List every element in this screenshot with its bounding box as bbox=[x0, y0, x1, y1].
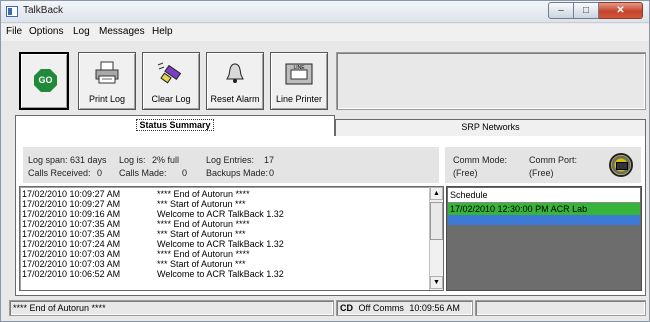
line-printer-label: Line Printer bbox=[275, 94, 323, 104]
tab-status-summary[interactable]: Status Summary bbox=[15, 115, 335, 137]
modem-icon[interactable] bbox=[609, 153, 633, 177]
toolbar: GO Print Log Clear Log Reset Alarm LINE … bbox=[9, 44, 646, 113]
log-message: **** End of Autorun **** bbox=[157, 219, 250, 229]
status-extra-panel bbox=[475, 300, 646, 316]
calls-received-value: 0 bbox=[97, 168, 103, 178]
schedule-header: Schedule bbox=[448, 188, 640, 203]
comm-port-label: Comm Port: bbox=[529, 155, 578, 165]
window-title: TalkBack bbox=[23, 5, 64, 16]
menu-bar: File Options Log Messages Help bbox=[1, 24, 649, 41]
status-cd: CD bbox=[340, 303, 353, 313]
line-printer-icon-text: LINE bbox=[293, 65, 305, 71]
log-is-value: 2% full bbox=[152, 155, 180, 165]
comm-panel: Comm Mode: (Free) Comm Port: (Free) bbox=[445, 147, 641, 183]
minimize-button[interactable]: – bbox=[548, 2, 574, 19]
talkback-window: TalkBack – □ ✕ File Options Log Messages… bbox=[0, 0, 650, 322]
calls-made-value: 0 bbox=[182, 168, 188, 178]
log-time: 17/02/2010 10:09:27 AM bbox=[22, 189, 121, 199]
toolbar-info-panel bbox=[336, 52, 646, 110]
log-time: 17/02/2010 10:07:03 AM bbox=[22, 259, 121, 269]
log-stats-panel: Log span: 631 days Log is: 2% full Log E… bbox=[23, 147, 439, 183]
log-time: 17/02/2010 10:07:35 AM bbox=[22, 229, 121, 239]
log-time: 17/02/2010 10:09:27 AM bbox=[22, 199, 121, 209]
status-time: 10:09:56 AM bbox=[409, 303, 460, 313]
clear-log-icon bbox=[157, 62, 182, 84]
title-bar[interactable]: TalkBack – □ ✕ bbox=[1, 1, 649, 23]
log-message: *** Start of Autorun *** bbox=[157, 199, 246, 209]
line-printer-button[interactable]: LINE Line Printer bbox=[270, 52, 328, 110]
menu-options[interactable]: Options bbox=[29, 26, 63, 37]
log-span-label: Log span: bbox=[28, 155, 68, 165]
log-time: 17/02/2010 10:07:35 AM bbox=[22, 219, 121, 229]
log-time: 17/02/2010 10:09:16 AM bbox=[22, 209, 121, 219]
log-scrollbar[interactable]: ▲ ▼ bbox=[429, 187, 443, 290]
comm-mode-value: (Free) bbox=[453, 168, 478, 178]
calls-made-label: Calls Made: bbox=[119, 168, 167, 178]
calls-received-label: Calls Received: bbox=[28, 168, 91, 178]
status-comms: Off Comms bbox=[358, 303, 404, 313]
reset-alarm-button[interactable]: Reset Alarm bbox=[206, 52, 264, 110]
log-span-value: 631 days bbox=[70, 155, 107, 165]
log-message: Welcome to ACR TalkBack 1.32 bbox=[157, 209, 284, 219]
scroll-thumb[interactable] bbox=[430, 202, 443, 240]
log-time: 17/02/2010 10:07:24 AM bbox=[22, 239, 121, 249]
menu-file[interactable]: File bbox=[6, 26, 22, 37]
scroll-up-icon[interactable]: ▲ bbox=[430, 187, 443, 200]
log-is-label: Log is: bbox=[119, 155, 146, 165]
status-message: **** End of Autorun **** bbox=[9, 300, 334, 316]
tab-status-summary-label: Status Summary bbox=[136, 119, 214, 131]
tab-srp-networks[interactable]: SRP Networks bbox=[335, 119, 646, 136]
print-log-button[interactable]: Print Log bbox=[78, 52, 136, 110]
app-icon[interactable] bbox=[6, 6, 18, 17]
line-printer-icon: LINE bbox=[285, 63, 313, 85]
printer-icon bbox=[95, 61, 119, 84]
bell-icon bbox=[226, 63, 244, 83]
status-summary-panel: Log span: 631 days Log is: 2% full Log E… bbox=[15, 136, 646, 296]
log-message: **** End of Autorun **** bbox=[157, 189, 250, 199]
menu-log[interactable]: Log bbox=[73, 26, 90, 37]
schedule-row[interactable]: 17/02/2010 12:30:00 PM ACR Lab bbox=[448, 203, 640, 215]
backups-made-value: 0 bbox=[269, 168, 275, 178]
log-entries-label: Log Entries: bbox=[206, 155, 255, 165]
maximize-button[interactable]: □ bbox=[574, 2, 599, 19]
log-time: 17/02/2010 10:07:03 AM bbox=[22, 249, 121, 259]
menu-messages[interactable]: Messages bbox=[99, 26, 145, 37]
backups-made-label: Backups Made: bbox=[206, 168, 269, 178]
schedule-list[interactable]: Schedule 17/02/2010 12:30:00 PM ACR Lab bbox=[446, 186, 642, 291]
status-comms-panel: CD Off Comms 10:09:56 AM bbox=[336, 300, 473, 316]
status-bar: **** End of Autorun **** CD Off Comms 10… bbox=[9, 298, 646, 318]
log-entries-value: 17 bbox=[264, 155, 275, 165]
clear-log-button[interactable]: Clear Log bbox=[142, 52, 200, 110]
clear-log-label: Clear Log bbox=[151, 94, 191, 104]
log-message: *** Start of Autorun *** bbox=[157, 229, 246, 239]
menu-help[interactable]: Help bbox=[152, 26, 173, 37]
print-log-label: Print Log bbox=[88, 94, 126, 104]
log-message: Welcome to ACR TalkBack 1.32 bbox=[157, 239, 284, 249]
log-message: *** Start of Autorun *** bbox=[157, 259, 246, 269]
scroll-down-icon[interactable]: ▼ bbox=[430, 276, 443, 289]
go-button[interactable]: GO bbox=[19, 52, 69, 110]
comm-port-value: (Free) bbox=[529, 168, 554, 178]
close-button[interactable]: ✕ bbox=[599, 2, 643, 19]
log-time: 17/02/2010 10:06:52 AM bbox=[22, 269, 121, 279]
log-message: Welcome to ACR TalkBack 1.32 bbox=[157, 269, 284, 279]
window-controls: – □ ✕ bbox=[548, 2, 643, 19]
tab-strip: Status Summary SRP Networks bbox=[15, 115, 646, 137]
log-list[interactable]: 17/02/2010 10:09:27 AM **** End of Autoru… bbox=[19, 186, 444, 291]
comm-mode-label: Comm Mode: bbox=[453, 155, 508, 165]
go-icon: GO bbox=[34, 69, 57, 92]
reset-alarm-label: Reset Alarm bbox=[210, 94, 260, 104]
schedule-selection[interactable] bbox=[448, 215, 640, 225]
log-message: **** End of Autorun **** bbox=[157, 249, 250, 259]
